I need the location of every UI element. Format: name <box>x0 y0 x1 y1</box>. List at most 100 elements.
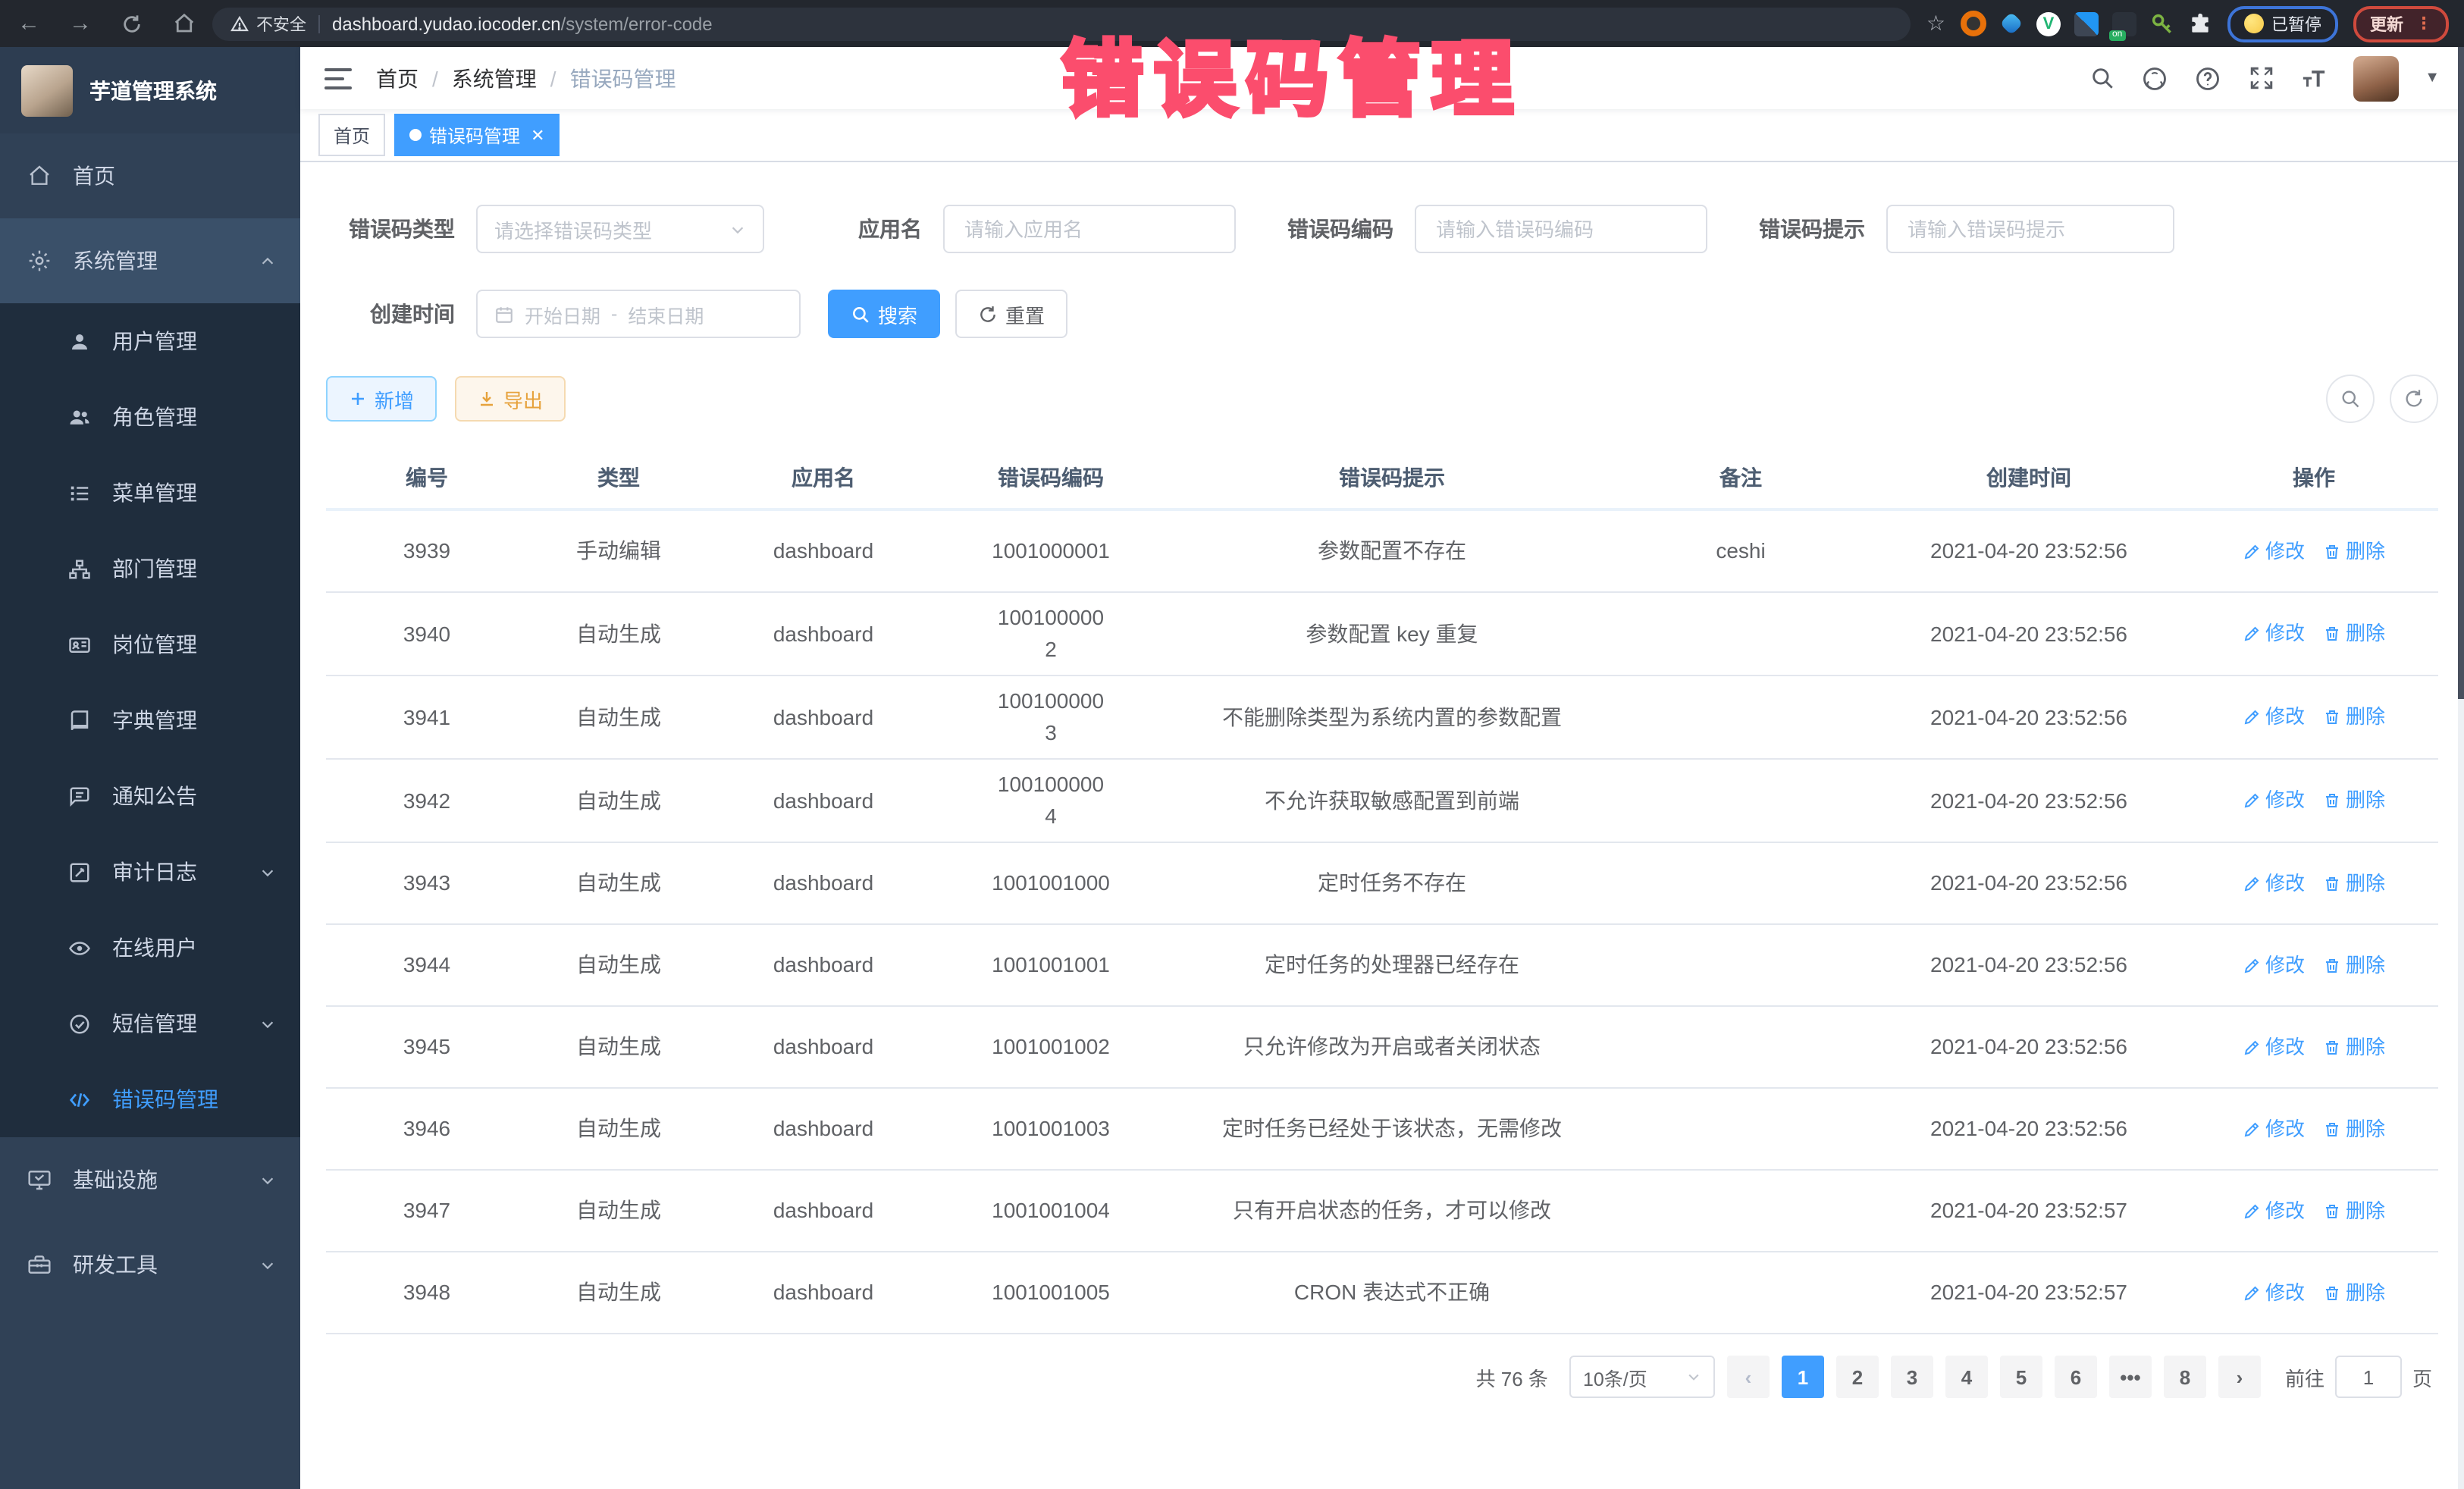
sidebar-item-users[interactable]: 用户管理 <box>0 303 300 379</box>
vue-devtools-icon[interactable]: V <box>2036 11 2061 36</box>
show-search-button[interactable] <box>2326 375 2375 423</box>
search-icon[interactable] <box>2088 64 2115 92</box>
bookmark-star-icon[interactable]: ☆ <box>1926 11 1945 36</box>
edit-link[interactable]: 修改 <box>2243 537 2305 566</box>
page-button[interactable]: 5 <box>2000 1356 2042 1398</box>
forward-icon[interactable]: → <box>67 10 94 37</box>
extensions-puzzle-icon[interactable] <box>2188 11 2212 36</box>
page-button[interactable]: 3 <box>1891 1356 1933 1398</box>
date-range-picker[interactable]: 开始日期 - 结束日期 <box>476 290 801 338</box>
delete-link[interactable]: 删除 <box>2323 703 2385 732</box>
avatar-caret-icon[interactable]: ▼ <box>2425 70 2440 86</box>
back-icon[interactable]: ← <box>15 10 42 37</box>
cell-type: 自动生成 <box>528 867 710 899</box>
help-icon[interactable] <box>2194 64 2221 92</box>
total-count: 共 76 条 <box>1476 1362 1548 1391</box>
extension-gem-icon[interactable] <box>1999 11 2023 35</box>
page-button[interactable]: 2 <box>1836 1356 1879 1398</box>
app-name-input[interactable] <box>961 216 1218 242</box>
sidebar: 芋道管理系统 首页 系统管理 用户管理 <box>0 47 300 1489</box>
page-button[interactable]: 1 <box>1782 1356 1824 1398</box>
sidebar-item-home[interactable]: 首页 <box>0 133 300 218</box>
delete-link[interactable]: 删除 <box>2323 786 2385 816</box>
sidebar-item-roles[interactable]: 角色管理 <box>0 379 300 455</box>
tag-error-code[interactable]: 错误码管理 ✕ <box>394 114 560 156</box>
delete-link[interactable]: 删除 <box>2323 537 2385 566</box>
next-page-button[interactable]: › <box>2218 1356 2261 1398</box>
sidebar-group-infrastructure[interactable]: 基础设施 <box>0 1137 300 1222</box>
paused-button[interactable]: 已暂停 <box>2227 5 2338 42</box>
add-button[interactable]: 新增 <box>326 376 437 422</box>
delete-link[interactable]: 删除 <box>2323 1033 2385 1062</box>
sidebar-item-sms[interactable]: 短信管理 <box>0 986 300 1061</box>
page-scrollbar[interactable] <box>2458 47 2464 1489</box>
error-message-input[interactable] <box>1904 216 2156 242</box>
error-code-input[interactable] <box>1433 216 1689 242</box>
delete-link[interactable]: 删除 <box>2323 619 2385 649</box>
page-button[interactable]: 8 <box>2164 1356 2206 1398</box>
edit-link[interactable]: 修改 <box>2243 1033 2305 1062</box>
prev-page-button[interactable]: ‹ <box>1727 1356 1770 1398</box>
avatar[interactable] <box>2353 55 2399 101</box>
delete-link[interactable]: 删除 <box>2323 1114 2385 1144</box>
refresh-icon <box>2403 388 2425 409</box>
page-button[interactable]: ••• <box>2109 1356 2152 1398</box>
sidebar-item-menus[interactable]: 菜单管理 <box>0 455 300 531</box>
page-button[interactable]: 6 <box>2055 1356 2097 1398</box>
update-button[interactable]: 更新 ⋮ <box>2353 5 2449 42</box>
page-size-select[interactable]: 10条/页 <box>1569 1356 1715 1398</box>
sidebar-logo[interactable]: 芋道管理系统 <box>0 47 300 133</box>
sidebar-group-devtools[interactable]: 研发工具 <box>0 1222 300 1307</box>
error-type-select[interactable]: 请选择错误码类型 <box>476 205 764 253</box>
sidebar-item-dictionary[interactable]: 字典管理 <box>0 682 300 758</box>
delete-link[interactable]: 删除 <box>2323 869 2385 898</box>
cell-actions: 修改 删除 <box>2196 951 2432 980</box>
delete-link[interactable]: 删除 <box>2323 1196 2385 1226</box>
edit-link[interactable]: 修改 <box>2243 869 2305 898</box>
sidebar-item-error-code[interactable]: 错误码管理 <box>0 1061 300 1137</box>
sidebar-item-online-users[interactable]: 在线用户 <box>0 910 300 986</box>
sidebar-group-system[interactable]: 系统管理 <box>0 218 300 303</box>
home-icon[interactable] <box>170 10 197 37</box>
hamburger-icon[interactable] <box>324 67 352 89</box>
fullscreen-icon[interactable] <box>2247 64 2274 92</box>
extension-grid-icon[interactable] <box>2074 11 2099 36</box>
reload-icon[interactable] <box>118 10 146 37</box>
sidebar-item-departments[interactable]: 部门管理 <box>0 531 300 607</box>
tag-close-icon[interactable]: ✕ <box>531 125 544 145</box>
edit-link[interactable]: 修改 <box>2243 703 2305 732</box>
extension-on-icon[interactable] <box>2112 11 2136 36</box>
extension-key-icon[interactable] <box>2150 11 2174 36</box>
edit-icon <box>2243 1120 2261 1138</box>
search-button[interactable]: 搜索 <box>828 290 940 338</box>
goto-page-input[interactable] <box>2335 1356 2402 1398</box>
delete-link[interactable]: 删除 <box>2323 1278 2385 1308</box>
font-size-icon[interactable] <box>2300 64 2328 92</box>
tag-home[interactable]: 首页 <box>318 114 385 156</box>
edit-link[interactable]: 修改 <box>2243 951 2305 980</box>
edit-link[interactable]: 修改 <box>2243 786 2305 816</box>
breadcrumb-home[interactable]: 首页 <box>376 63 419 93</box>
extension-orange-icon[interactable] <box>1961 11 1986 36</box>
breadcrumb-system[interactable]: 系统管理 <box>452 63 537 93</box>
browser-menu-icon[interactable]: ⋮ <box>2415 14 2432 33</box>
sidebar-item-posts[interactable]: 岗位管理 <box>0 607 300 682</box>
page-button[interactable]: 4 <box>1945 1356 1988 1398</box>
reset-button[interactable]: 重置 <box>955 290 1067 338</box>
gear-icon <box>27 249 52 273</box>
cell-time: 2021-04-20 23:52:56 <box>1862 1113 2196 1145</box>
sidebar-item-notices[interactable]: 通知公告 <box>0 758 300 834</box>
delete-link[interactable]: 删除 <box>2323 951 2385 980</box>
sidebar-item-audit-log[interactable]: 审计日志 <box>0 834 300 910</box>
scrollbar-thumb[interactable] <box>2458 47 2464 699</box>
github-icon[interactable] <box>2141 64 2168 92</box>
refresh-icon <box>978 304 998 324</box>
edit-link[interactable]: 修改 <box>2243 1114 2305 1144</box>
refresh-table-button[interactable] <box>2390 375 2438 423</box>
edit-link[interactable]: 修改 <box>2243 1196 2305 1226</box>
cell-id: 3944 <box>326 949 528 981</box>
cell-code: 1001001000 <box>937 867 1165 899</box>
export-button[interactable]: 导出 <box>455 376 566 422</box>
edit-link[interactable]: 修改 <box>2243 1278 2305 1308</box>
edit-link[interactable]: 修改 <box>2243 619 2305 649</box>
